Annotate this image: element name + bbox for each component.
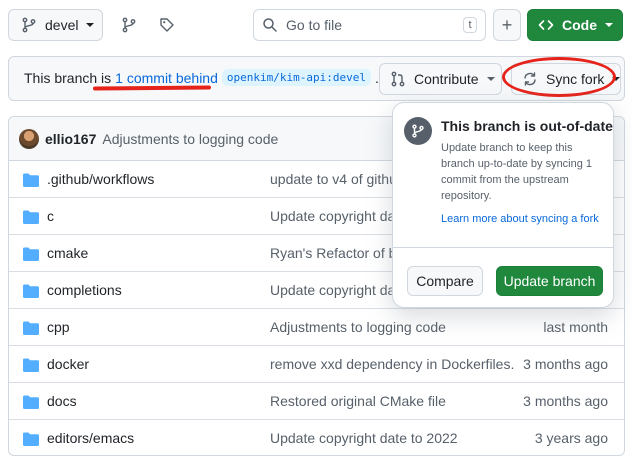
chevron-down-icon [605,23,613,27]
file-name-link[interactable]: editors/emacs [47,430,134,446]
add-file-button[interactable]: + [493,9,521,41]
go-to-file-placeholder: Go to file [286,17,343,33]
file-name-link[interactable]: cmake [47,245,88,261]
status-prefix: This branch is [24,69,112,86]
file-commit-date: 3 years ago [534,430,608,446]
file-row[interactable]: cpp Adjustments to logging code last month [9,309,624,346]
pull-request-icon [390,71,406,87]
avatar[interactable] [19,128,39,149]
file-row[interactable]: docs Restored original CMake file 3 months… [9,383,624,420]
file-commit-date: 3 months ago [523,393,608,409]
file-commit-message[interactable]: remove xxd dependency in Dockerfiles. [270,356,514,372]
tags-button[interactable] [150,9,184,41]
git-branch-icon [404,117,432,145]
code-button[interactable]: Code [527,9,623,41]
file-commit-message[interactable]: update to v4 of github [270,171,405,187]
divider [393,247,613,248]
popover-description: Update branch to keep this branch up-to-… [441,142,593,202]
file-row[interactable]: editors/emacs Update copyright date to 20… [9,420,624,455]
keyboard-shortcut-badge: t [463,17,477,33]
compare-button[interactable]: Compare [407,266,483,296]
contribute-button[interactable]: Contribute [379,63,502,95]
chevron-down-icon [86,23,95,27]
file-commit-message[interactable]: Restored original CMake file [270,393,446,409]
update-branch-button[interactable]: Update branch [496,266,603,296]
file-row[interactable]: docker remove xxd dependency in Dockerfil… [9,346,624,383]
file-name-link[interactable]: docker [47,356,89,372]
file-commit-message[interactable]: Update copyright date [270,208,407,224]
file-commit-date: last month [543,319,608,335]
branch-status-text: This branch is 1 commit behind openkim/k… [24,69,379,86]
code-icon [538,17,554,33]
git-branch-icon [121,17,137,33]
folder-icon [23,432,39,446]
folder-icon [23,395,39,409]
file-name-link[interactable]: docs [47,393,77,409]
popover-title: This branch is out-of-date [441,118,613,134]
git-branch-icon [21,17,37,33]
code-label: Code [562,17,597,33]
plus-icon: + [501,14,513,35]
search-icon [262,17,278,33]
tag-icon [159,17,175,33]
branch-name: devel [45,17,79,33]
folder-icon [23,173,39,187]
commit-author[interactable]: ellio167 [45,131,96,147]
file-commit-message[interactable]: Ryan's Refactor of bas [270,245,411,261]
chevron-down-icon [486,77,495,81]
file-commit-message[interactable]: Adjustments to logging code [270,319,446,335]
annotation-circle [502,57,616,97]
upstream-ref-badge[interactable]: openkim/kim-api:devel [221,69,371,86]
folder-icon [23,210,39,224]
file-commit-message[interactable]: Update copyright date to 2022 [270,430,458,446]
file-commit-message[interactable]: Update copyright date [270,282,407,298]
go-to-file-input[interactable]: Go to file t [253,9,486,41]
commit-message[interactable]: Adjustments to logging code [102,131,278,147]
file-commit-date: 3 months ago [523,356,608,372]
branch-select-button[interactable]: devel [8,9,103,41]
branches-button[interactable] [112,9,146,41]
update-branch-label: Update branch [503,273,596,289]
file-name-link[interactable]: completions [47,282,122,298]
folder-icon [23,321,39,335]
file-name-link[interactable]: cpp [47,319,70,335]
commits-behind-link[interactable]: 1 commit behind [115,70,218,86]
folder-icon [23,284,39,298]
folder-icon [23,358,39,372]
compare-label: Compare [416,273,474,289]
file-name-link[interactable]: .github/workflows [47,171,154,187]
contribute-label: Contribute [414,71,479,87]
folder-icon [23,247,39,261]
file-name-link[interactable]: c [47,208,54,224]
sync-fork-popover: This branch is out-of-date Update branch… [392,102,614,308]
learn-more-link[interactable]: Learn more about syncing a fork [441,213,599,225]
